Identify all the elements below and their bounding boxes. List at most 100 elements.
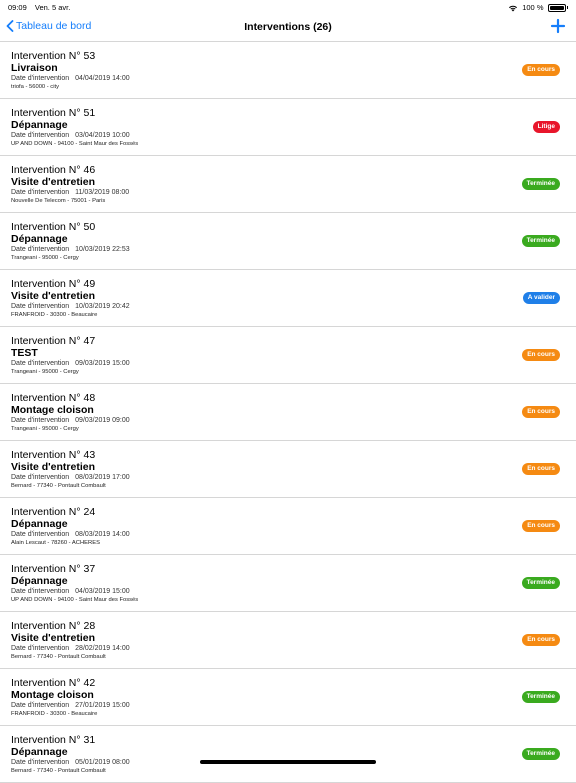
list-item[interactable]: Intervention N° 48 Montage cloison Date d'…: [0, 384, 576, 441]
intervention-address: Nouvelle De Telecom - 75001 - Paris: [11, 198, 106, 204]
status-badge: En cours: [522, 520, 560, 532]
list-item[interactable]: Intervention N° 24 Dépannage Date d'interv…: [0, 498, 576, 555]
intervention-date-row: Date d'intervention 09/03/2019 09:00: [11, 416, 130, 425]
list-item[interactable]: Intervention N° 37 Dépannage Date d'interv…: [0, 555, 576, 612]
status-badge: Terminée: [521, 178, 560, 190]
intervention-number: Intervention N° 50: [11, 221, 96, 233]
list-item[interactable]: Intervention N° 43 Visite d'entretien Date…: [0, 441, 576, 498]
intervention-date-row: Date d'intervention 05/01/2019 08:00: [11, 758, 130, 767]
intervention-date-row: Date d'intervention 11/03/2019 08:00: [11, 188, 129, 197]
date-label: Date d'intervention: [11, 75, 70, 82]
status-badge: En cours: [522, 634, 560, 646]
status-badge: En cours: [522, 349, 560, 361]
navigation-bar: Tableau de bord Interventions (26): [0, 14, 576, 42]
date-label: Date d'intervention: [11, 588, 70, 595]
date-value: 11/03/2019 08:00: [75, 189, 130, 196]
intervention-date-row: Date d'intervention 10/03/2019 20:42: [11, 302, 130, 311]
intervention-date-row: Date d'intervention 27/01/2019 15:00: [11, 701, 130, 710]
interventions-list: Intervention N° 53 Livraison Date d'interv…: [0, 42, 576, 783]
status-badge: Terminée: [521, 235, 560, 247]
status-badge: En cours: [522, 406, 560, 418]
intervention-address: Bernard - 77340 - Pontault Combault: [11, 768, 106, 774]
intervention-type: Montage cloison: [11, 689, 94, 701]
status-time-date: 09:09 Ven. 5 avr.: [8, 3, 70, 12]
date-label: Date d'intervention: [11, 702, 70, 709]
date-label: Date d'intervention: [11, 417, 70, 424]
intervention-number: Intervention N° 43: [11, 449, 96, 461]
page-title: Interventions (26): [0, 21, 576, 33]
intervention-address: Bernard - 77340 - Pontault Combault: [11, 483, 106, 489]
list-item[interactable]: Intervention N° 46 Visite d'entretien Date…: [0, 156, 576, 213]
list-item[interactable]: Intervention N° 28 Visite d'entretien Date…: [0, 612, 576, 669]
status-indicators: 100 %: [508, 3, 568, 12]
intervention-number: Intervention N° 48: [11, 392, 96, 404]
intervention-number: Intervention N° 53: [11, 50, 96, 62]
intervention-date-row: Date d'intervention 08/03/2019 17:00: [11, 473, 130, 482]
status-badge: A valider: [522, 292, 560, 304]
date-label: Date d'intervention: [11, 246, 70, 253]
date-value: 05/01/2019 08:00: [75, 759, 130, 766]
intervention-date-row: Date d'intervention 10/03/2019 22:53: [11, 245, 130, 254]
status-date: Ven. 5 avr.: [34, 3, 71, 12]
intervention-type: Visite d'entretien: [11, 176, 95, 188]
intervention-number: Intervention N° 31: [11, 734, 96, 746]
intervention-address: Trangeani - 95000 - Cergy: [11, 369, 79, 375]
intervention-number: Intervention N° 49: [11, 278, 96, 290]
date-value: 10/03/2019 22:53: [75, 246, 130, 253]
intervention-type: Visite d'entretien: [11, 461, 95, 473]
intervention-address: Trangeani - 95000 - Cergy: [11, 255, 79, 261]
list-item[interactable]: Intervention N° 51 Dépannage Date d'interv…: [0, 99, 576, 156]
date-label: Date d'intervention: [11, 303, 70, 310]
intervention-number: Intervention N° 28: [11, 620, 96, 632]
intervention-address: Trangeani - 95000 - Cergy: [11, 426, 79, 432]
date-value: 08/03/2019 17:00: [75, 474, 130, 481]
date-value: 04/04/2019 14:00: [75, 75, 130, 82]
list-item[interactable]: Intervention N° 47 TEST Date d'interventio…: [0, 327, 576, 384]
intervention-address: FRANFROID - 30300 - Beaucaire: [11, 711, 98, 717]
battery-cap: [566, 6, 568, 9]
date-value: 28/02/2019 14:00: [75, 645, 130, 652]
list-item[interactable]: Intervention N° 42 Montage cloison Date d'…: [0, 669, 576, 726]
intervention-type: Visite d'entretien: [11, 290, 95, 302]
status-bar: 09:09 Ven. 5 avr. 100 %: [0, 0, 576, 14]
intervention-address: Bernard - 77340 - Pontault Combault: [11, 654, 106, 660]
intervention-type: TEST: [11, 347, 38, 359]
date-value: 08/03/2019 14:00: [75, 531, 130, 538]
date-label: Date d'intervention: [11, 360, 70, 367]
date-value: 10/03/2019 20:42: [75, 303, 130, 310]
intervention-date-row: Date d'intervention 08/03/2019 14:00: [11, 530, 130, 539]
intervention-address: triofa - 56000 - city: [11, 84, 60, 90]
intervention-type: Dépannage: [11, 233, 68, 245]
wifi-icon: [509, 5, 518, 11]
date-value: 09/03/2019 15:00: [75, 360, 130, 367]
intervention-number: Intervention N° 46: [11, 164, 96, 176]
intervention-date-row: Date d'intervention 09/03/2019 15:00: [11, 359, 130, 368]
status-badge: Terminée: [521, 748, 560, 760]
intervention-number: Intervention N° 51: [11, 107, 96, 119]
plus-icon[interactable]: [550, 18, 566, 34]
status-badge: Litige: [532, 121, 560, 133]
intervention-number: Intervention N° 47: [11, 335, 96, 347]
list-item[interactable]: Intervention N° 31 Dépannage Date d'interv…: [0, 726, 576, 783]
date-value: 27/01/2019 15:00: [75, 702, 130, 709]
list-item[interactable]: Intervention N° 53 Livraison Date d'interv…: [0, 42, 576, 99]
intervention-date-row: Date d'intervention 03/04/2019 10:00: [11, 131, 130, 140]
intervention-address: Alain Lescaut - 78260 - ACHERES: [11, 540, 100, 546]
date-label: Date d'intervention: [11, 132, 70, 139]
date-label: Date d'intervention: [11, 645, 70, 652]
date-value: 09/03/2019 09:00: [75, 417, 130, 424]
list-item[interactable]: Intervention N° 50 Dépannage Date d'interv…: [0, 213, 576, 270]
intervention-number: Intervention N° 37: [11, 563, 96, 575]
home-indicator[interactable]: [200, 760, 376, 764]
list-item[interactable]: Intervention N° 49 Visite d'entretien Date…: [0, 270, 576, 327]
status-badge: En cours: [522, 64, 560, 76]
intervention-date-row: Date d'intervention 04/03/2019 15:00: [11, 587, 130, 596]
intervention-number: Intervention N° 24: [11, 506, 96, 518]
intervention-date-row: Date d'intervention 04/04/2019 14:00: [11, 74, 130, 83]
date-value: 03/04/2019 10:00: [75, 132, 130, 139]
intervention-address: UP AND DOWN - 94100 - Saint Maur des Fos…: [11, 597, 139, 603]
intervention-address: UP AND DOWN - 94100 - Saint Maur des Fos…: [11, 141, 139, 147]
status-badge: Terminée: [521, 691, 560, 703]
intervention-type: Dépannage: [11, 119, 68, 131]
intervention-type: Visite d'entretien: [11, 632, 95, 644]
